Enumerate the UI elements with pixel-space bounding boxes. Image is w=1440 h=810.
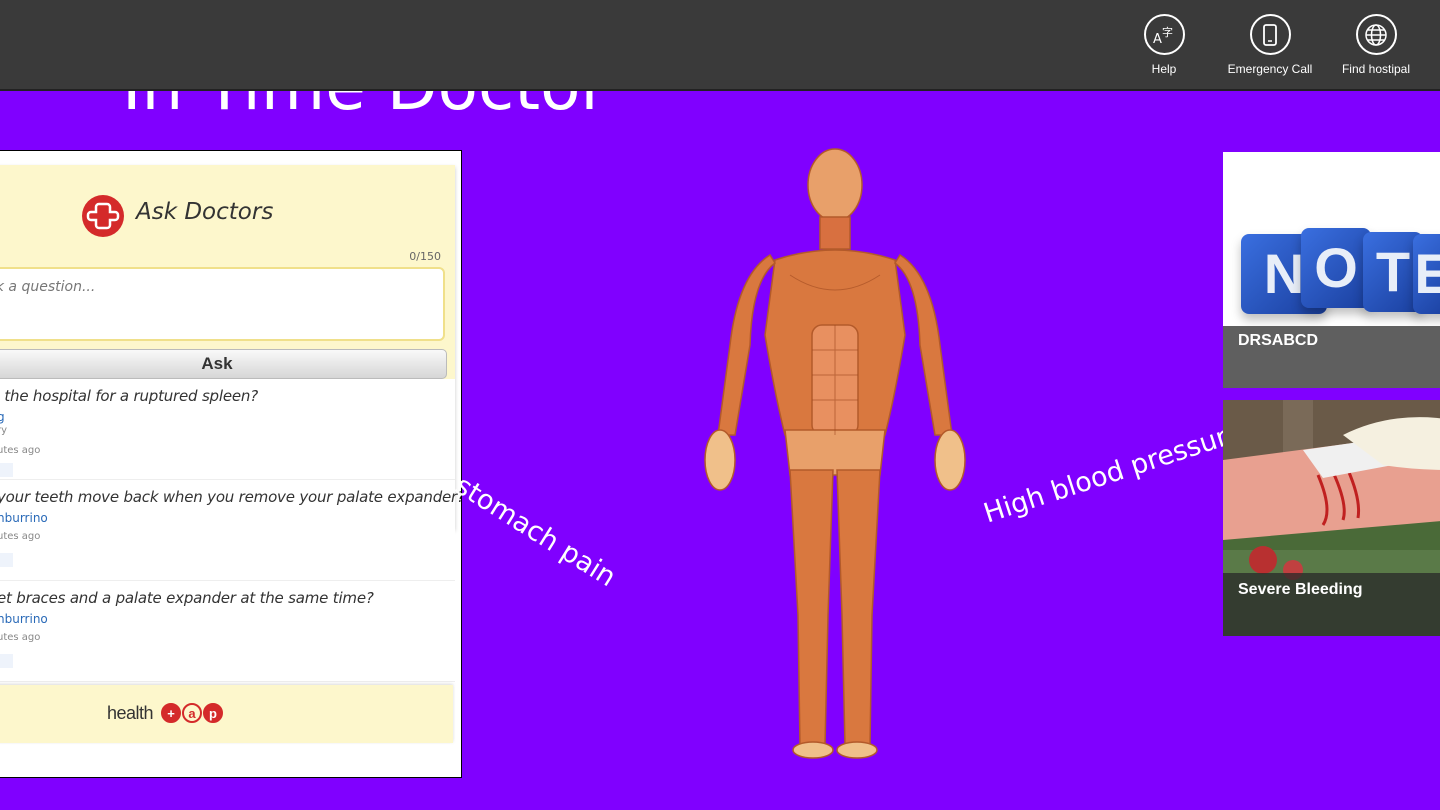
question-time: utes ago: [0, 445, 41, 456]
tile-drsabcd[interactable]: N O T E DRSABCD: [1223, 152, 1440, 388]
brand-letter: p: [203, 703, 223, 723]
emergency-call-button[interactable]: Emergency Call: [1220, 14, 1320, 84]
question-user[interactable]: g: [0, 410, 5, 424]
answer-badge[interactable]: [0, 463, 13, 477]
find-hospital-button[interactable]: Find hostipal: [1326, 14, 1426, 84]
healthtap-footer[interactable]: health + a p: [0, 685, 453, 743]
symptom-high-blood-pressure[interactable]: High blood pressure: [980, 416, 1247, 529]
svg-text:A: A: [1153, 32, 1162, 46]
symptom-stomach-pain[interactable]: stomach pain: [450, 470, 622, 593]
phone-icon: [1249, 14, 1291, 55]
note-cube: O: [1301, 228, 1371, 308]
ask-button[interactable]: Ask: [0, 349, 447, 379]
answer-badge[interactable]: [0, 553, 13, 567]
help-button[interactable]: A 字 Help: [1114, 14, 1214, 84]
tile-label: Severe Bleeding: [1223, 573, 1440, 636]
brand-logo: + a p: [161, 703, 223, 723]
list-item[interactable]: your teeth move back when you remove you…: [0, 480, 461, 581]
help-label: Help: [1151, 62, 1177, 76]
list-item[interactable]: How long will I have to stay in the hosp…: [0, 379, 455, 480]
find-hospital-label: Find hostipal: [1341, 62, 1411, 76]
question-list: How long will I have to stay in the hosp…: [0, 379, 461, 682]
question-text[interactable]: your teeth move back when you remove you…: [0, 488, 461, 506]
globe-icon: [1355, 14, 1397, 55]
question-user[interactable]: nburrino: [0, 612, 48, 626]
list-item[interactable]: et braces and a palate expander at the s…: [0, 581, 455, 682]
note-cube: E: [1413, 234, 1440, 314]
question-time: utes ago: [0, 531, 41, 542]
question-text[interactable]: How long will I have to stay in the hosp…: [0, 387, 258, 405]
ask-title: Ask Doctors: [136, 199, 274, 225]
brand-letter: a: [182, 703, 202, 723]
question-user[interactable]: nburrino: [0, 511, 48, 525]
answer-badge[interactable]: [0, 654, 13, 668]
translate-icon: A 字: [1143, 14, 1185, 55]
emergency-call-label: Emergency Call: [1227, 62, 1313, 76]
brand-text: health: [107, 703, 154, 723]
ask-doctors-panel: Ask Doctors 0/150 Ask a question... Ask …: [0, 150, 462, 778]
question-category: ry: [0, 425, 8, 436]
question-time: utes ago: [0, 632, 41, 643]
app-bar: A 字 Help Emergency Call Find hostipal: [0, 0, 1440, 91]
question-input[interactable]: Ask a question...: [0, 267, 445, 341]
char-counter: 0/150: [409, 250, 441, 263]
question-text[interactable]: et braces and a palate expander at the s…: [0, 589, 374, 607]
brand-letter: +: [161, 703, 181, 723]
red-cross-icon: [82, 195, 124, 237]
tile-severe-bleeding[interactable]: Severe Bleeding: [1223, 400, 1440, 636]
svg-text:字: 字: [1162, 25, 1173, 39]
tile-label: DRSABCD: [1223, 326, 1440, 388]
body-anatomy-figure[interactable]: [680, 145, 990, 765]
